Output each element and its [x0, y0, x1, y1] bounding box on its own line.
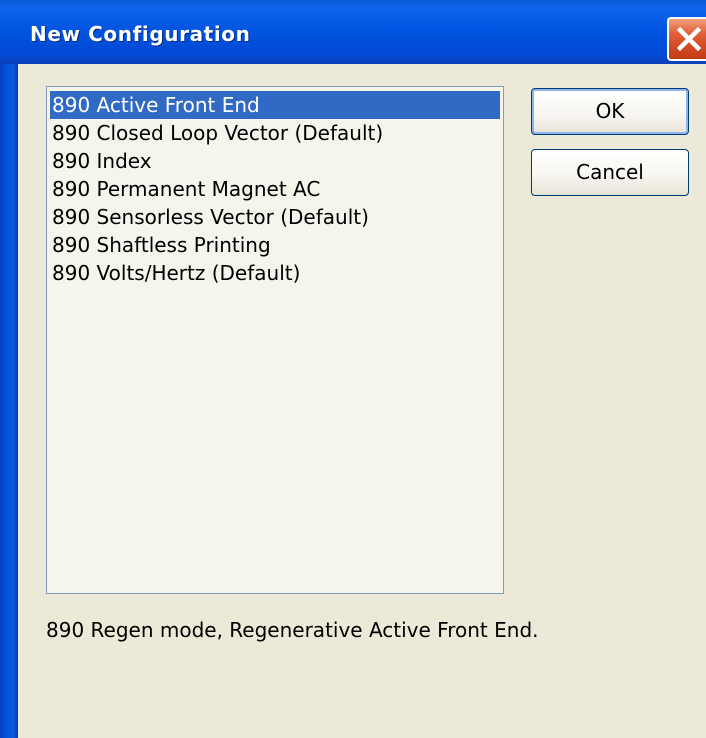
list-item[interactable]: 890 Volts/Hertz (Default): [50, 259, 500, 287]
configuration-description: 890 Regen mode, Regenerative Active Fron…: [46, 618, 539, 642]
list-item[interactable]: 890 Index: [50, 147, 500, 175]
close-button[interactable]: [667, 17, 706, 61]
window-frame-left: [0, 64, 18, 738]
list-item[interactable]: 890 Shaftless Printing: [50, 231, 500, 259]
configuration-listbox[interactable]: 890 Active Front End 890 Closed Loop Vec…: [46, 86, 504, 594]
window-title: New Configuration: [30, 22, 251, 46]
list-item[interactable]: 890 Sensorless Vector (Default): [50, 203, 500, 231]
list-item[interactable]: 890 Closed Loop Vector (Default): [50, 119, 500, 147]
close-icon: [676, 26, 702, 52]
cancel-button[interactable]: Cancel: [531, 149, 689, 196]
title-bar[interactable]: New Configuration: [0, 0, 706, 64]
new-configuration-dialog: New Configuration 890 Active Front End 8…: [0, 0, 706, 738]
ok-button[interactable]: OK: [531, 88, 689, 135]
list-item[interactable]: 890 Permanent Magnet AC: [50, 175, 500, 203]
list-item[interactable]: 890 Active Front End: [50, 91, 500, 119]
